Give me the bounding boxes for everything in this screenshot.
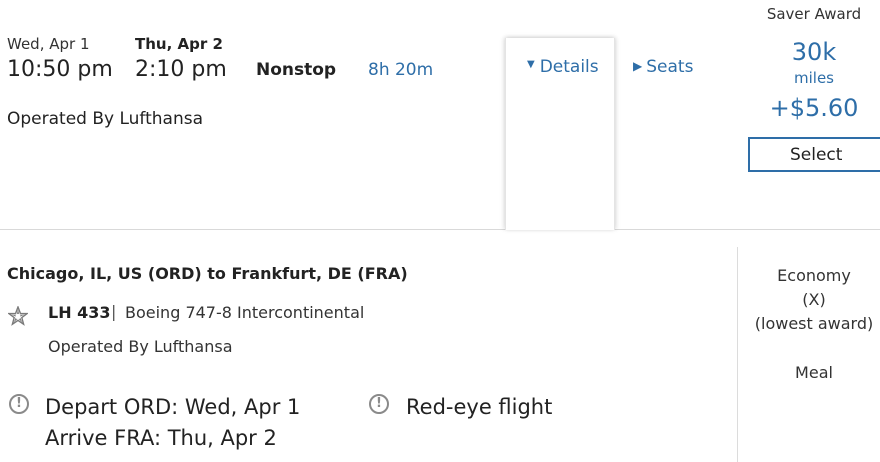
exclamation-circle-icon: !: [369, 394, 389, 414]
seats-link-label: Seats: [646, 57, 694, 77]
red-eye-note: Red-eye flight: [406, 395, 553, 419]
depart-note: Depart ORD: Wed, Apr 1: [45, 395, 301, 419]
details-link-label: Details: [539, 57, 599, 77]
arrive-note: Arrive FRA: Thu, Apr 2: [45, 426, 277, 450]
aircraft-type: Boeing 747-8 Intercontinental: [125, 303, 365, 322]
details-tab[interactable]: ▼ Details: [505, 38, 615, 230]
depart-time: 10:50 pm: [7, 57, 113, 82]
star-alliance-icon: [8, 306, 28, 326]
exclamation-circle-icon: !: [9, 394, 29, 414]
chevron-down-icon: ▼: [527, 59, 535, 70]
operated-by-label: Operated By Lufthansa: [7, 109, 204, 129]
select-fare-button[interactable]: Select: [748, 137, 880, 172]
segment-operated-by: Operated By Lufthansa: [48, 337, 233, 356]
stops-label: Nonstop: [256, 60, 337, 80]
fare-miles-unit: miles: [794, 69, 834, 87]
fare-tax: +$5.60: [769, 94, 859, 122]
details-link[interactable]: ▼ Details: [527, 57, 599, 77]
cabin-note: (lowest award): [754, 314, 874, 333]
flight-separator: |: [111, 302, 117, 321]
flight-summary-row: Wed, Apr 1 Thu, Apr 2 10:50 pm 2:10 pm N…: [0, 0, 880, 230]
seats-link[interactable]: ▶ Seats: [633, 57, 693, 77]
segment-route: Chicago, IL, US (ORD) to Frankfurt, DE (…: [7, 264, 408, 283]
arrive-time: 2:10 pm: [135, 57, 227, 82]
flight-number: LH 433: [48, 303, 111, 322]
fare-type-label: Saver Award: [766, 5, 862, 23]
duration-label: 8h 20m: [368, 60, 434, 80]
fare-miles: 30k: [791, 38, 837, 66]
column-divider: [737, 247, 738, 462]
meal-label: Meal: [795, 363, 833, 382]
cabin-class: Economy: [777, 266, 851, 285]
cabin-code: (X): [802, 290, 826, 309]
depart-date: Wed, Apr 1: [7, 35, 90, 53]
arrive-date: Thu, Apr 2: [135, 35, 223, 53]
triangle-right-icon: ▶: [633, 59, 643, 73]
